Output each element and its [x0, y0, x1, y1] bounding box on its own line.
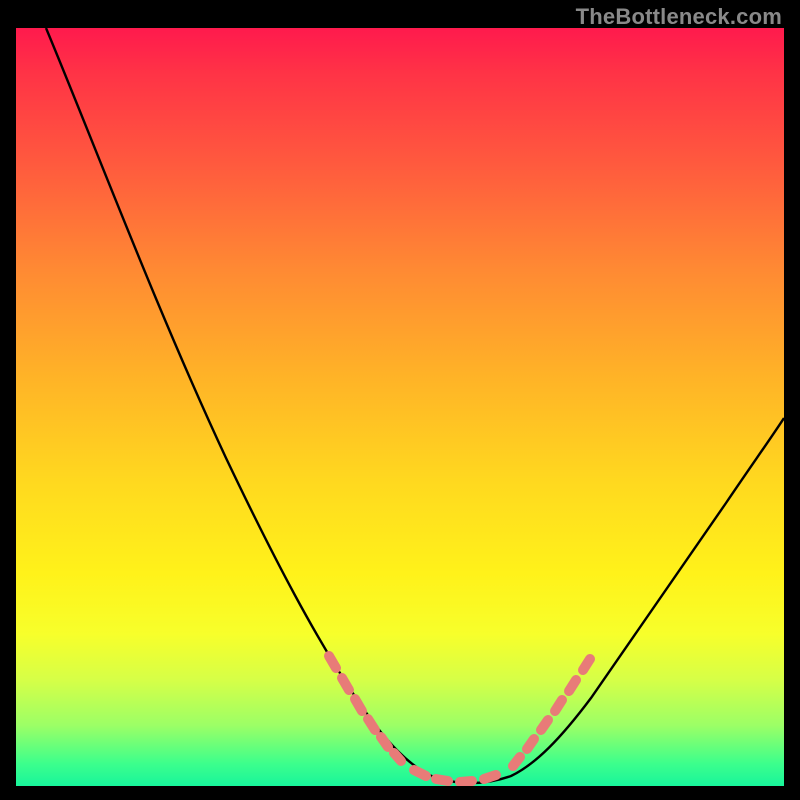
bottleneck-curve — [46, 28, 784, 783]
plot-area — [16, 28, 784, 786]
curve-layer — [16, 28, 784, 786]
attribution-text: TheBottleneck.com — [576, 4, 782, 30]
valley-highlight — [414, 770, 496, 782]
chart-frame — [16, 28, 784, 786]
